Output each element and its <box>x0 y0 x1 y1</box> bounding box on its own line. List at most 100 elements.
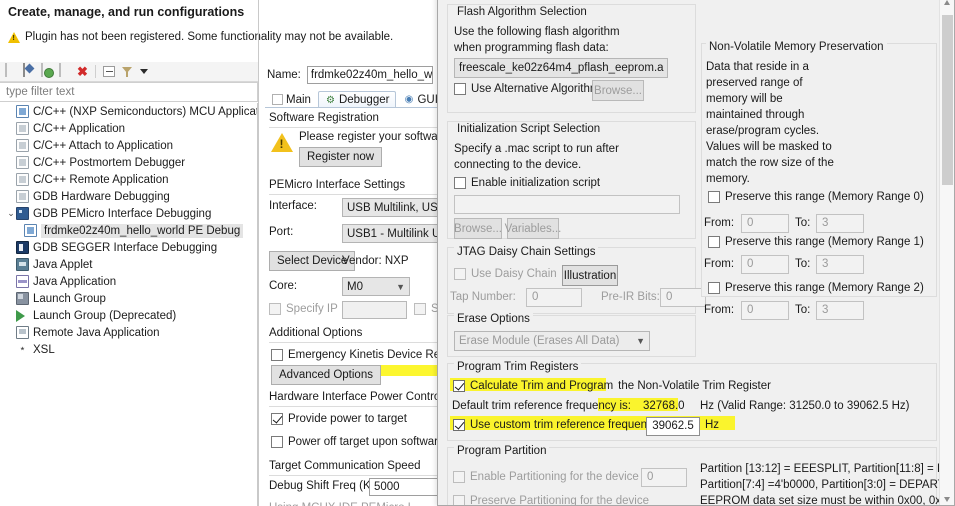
power-off-checkbox[interactable] <box>271 436 283 448</box>
flash-algorithm-browse-button[interactable]: Browse... <box>592 80 644 101</box>
specify-port-checkbox[interactable] <box>414 303 426 315</box>
ip-address-input[interactable] <box>342 301 407 319</box>
target-speed-title: Target Communication Speed <box>269 460 421 472</box>
core-row: Core: <box>269 280 297 292</box>
range-0-to-input[interactable]: 3 <box>816 214 864 233</box>
scrollbar-thumb[interactable] <box>942 15 953 185</box>
section-divider <box>269 475 441 476</box>
filter-icon[interactable] <box>120 65 134 79</box>
flash-algorithm-select[interactable]: freescale_ke02z64m4_pflash_eeprom.a ▼ <box>454 58 668 78</box>
pemicro-icon <box>16 207 29 220</box>
preserve-partitioning-checkbox[interactable] <box>453 495 465 505</box>
custom-freq-checkbox[interactable] <box>453 419 465 431</box>
advanced-options-button[interactable]: Advanced Options <box>271 365 381 385</box>
new-prototype-icon[interactable] <box>39 63 54 79</box>
calculate-trim-checkbox[interactable] <box>453 380 465 392</box>
erase-options-select[interactable]: Erase Module (Erases All Data) ▼ <box>454 331 650 351</box>
tree-item-gdb-segger[interactable]: GDB SEGGER Interface Debugging <box>0 239 257 256</box>
java-app-icon <box>16 275 29 288</box>
view-menu-icon[interactable] <box>140 69 148 74</box>
dialog-scrollbar[interactable] <box>939 0 954 505</box>
new-config-icon[interactable] <box>3 63 18 79</box>
erase-options-title: Erase Options <box>454 313 533 325</box>
enable-partitioning-checkbox[interactable] <box>453 471 465 483</box>
tree-item-java-application[interactable]: Java Application <box>0 273 257 290</box>
tree-item-java-applet[interactable]: Java Applet <box>0 256 257 273</box>
scroll-down-button[interactable] <box>940 492 954 505</box>
range-1-to-input[interactable]: 3 <box>816 255 864 274</box>
init-script-variables-button[interactable]: Variables... <box>505 218 561 239</box>
port-select[interactable]: USB1 - Multilink Uni <box>342 224 441 243</box>
tree-item-c-remote[interactable]: C/C++ Remote Application <box>0 171 257 188</box>
config-name-input[interactable]: frdmke02z40m_hello_world P <box>306 66 433 84</box>
range-1-from-input[interactable]: 0 <box>741 255 789 274</box>
range-1-from-label: From: <box>704 258 735 270</box>
enable-partitioning-row[interactable]: Enable Partitioning for the device <box>453 471 639 483</box>
tree-item-remote-java-application[interactable]: Remote Java Application <box>0 324 257 341</box>
enable-init-script-checkbox[interactable] <box>454 177 466 189</box>
preserve-range-2-checkbox[interactable] <box>708 282 720 294</box>
use-alternative-algorithm-row[interactable]: Use Alternative Algorithm <box>454 83 599 95</box>
tree-item-label: frdmke02z40m_hello_world PE Debug <box>41 223 244 238</box>
tab-debugger[interactable]: ⚙ Debugger <box>317 91 397 108</box>
range-0-from-input[interactable]: 0 <box>741 214 789 233</box>
range-2-to-input[interactable]: 3 <box>816 301 864 320</box>
shift-freq-input[interactable]: 5000 <box>369 478 439 496</box>
init-script-browse-button[interactable]: Browse... <box>454 218 502 239</box>
tree-item-launch-group-deprecated[interactable]: Launch Group (Deprecated) <box>0 307 257 324</box>
power-off-row[interactable]: Power off target upon software <box>271 436 441 448</box>
tree-item-mcu-application[interactable]: C/C++ (NXP Semiconductors) MCU Applicati… <box>0 103 257 120</box>
custom-freq-input[interactable]: 39062.5 <box>646 417 700 436</box>
power-off-label: Power off target upon software <box>288 436 441 448</box>
provide-power-checkbox[interactable] <box>271 413 283 425</box>
core-select[interactable]: M0 ▼ <box>342 277 410 296</box>
search-input[interactable]: type filter text <box>0 82 258 102</box>
delete-icon[interactable]: ✖ <box>75 64 90 79</box>
use-alternative-algorithm-checkbox[interactable] <box>454 83 466 95</box>
illustration-button[interactable]: Illustration <box>562 265 618 286</box>
preserve-range-0-checkbox[interactable] <box>708 191 720 203</box>
configuration-tree[interactable]: C/C++ (NXP Semiconductors) MCU Applicati… <box>0 103 258 506</box>
register-now-button[interactable]: Register now <box>299 147 383 167</box>
interface-select[interactable]: USB Multilink, USB M <box>342 198 441 217</box>
tree-item-c-attach[interactable]: C/C++ Attach to Application <box>0 137 257 154</box>
tab-main[interactable]: Main <box>265 91 318 108</box>
enable-init-script-row[interactable]: Enable initialization script <box>454 177 600 189</box>
emergency-kinetis-row[interactable]: Emergency Kinetis Device Recov <box>271 349 441 361</box>
emergency-kinetis-checkbox[interactable] <box>271 349 283 361</box>
preserve-partitioning-row[interactable]: Preserve Partitioning for the device <box>453 495 649 506</box>
export-icon[interactable] <box>57 63 72 79</box>
calculate-trim-row[interactable]: Calculate Trim and Program the Non-Volat… <box>453 380 771 392</box>
tree-item-gdb-hardware[interactable]: GDB Hardware Debugging <box>0 188 257 205</box>
preserve-range-1-checkbox[interactable] <box>708 236 720 248</box>
collapse-all-icon[interactable] <box>103 66 115 77</box>
init-script-path-input[interactable] <box>454 195 680 214</box>
partition-value-input[interactable]: 0 <box>641 468 687 487</box>
custom-freq-row[interactable]: Use custom trim reference frequency: <box>453 419 662 431</box>
twisty-expanded-icon[interactable]: ⌄ <box>6 208 16 219</box>
preserve-range-0-row[interactable]: Preserve this range (Memory Range 0) <box>708 191 924 203</box>
pre-ir-bits-input[interactable]: 0 <box>660 288 706 307</box>
tree-item-xsl[interactable]: ⋆ XSL <box>0 341 257 358</box>
scroll-up-button[interactable] <box>940 0 954 10</box>
segger-icon <box>16 241 29 254</box>
init-script-desc-2: connecting to the device. <box>454 159 582 171</box>
provide-power-row[interactable]: Provide power to target <box>271 413 407 425</box>
tree-item-frdmke02z40m-hello-world-pe-debug[interactable]: frdmke02z40m_hello_world PE Debug <box>0 222 257 239</box>
duplicate-icon[interactable] <box>21 63 36 79</box>
range-2-from-input[interactable]: 0 <box>741 301 789 320</box>
tree-item-launch-group[interactable]: Launch Group <box>0 290 257 307</box>
preserve-range-1-row[interactable]: Preserve this range (Memory Range 1) <box>708 236 924 248</box>
pemicro-settings-title: PEMicro Interface Settings <box>269 179 406 191</box>
tree-item-gdb-pemicro[interactable]: ⌄ GDB PEMicro Interface Debugging <box>0 205 257 222</box>
preserve-partitioning-label: Preserve Partitioning for the device <box>470 495 649 506</box>
tree-item-c-application[interactable]: C/C++ Application <box>0 120 257 137</box>
specify-ip-checkbox[interactable] <box>269 303 281 315</box>
use-daisy-chain-checkbox[interactable] <box>454 268 466 280</box>
specify-ip-row[interactable]: Specify IP <box>269 303 338 315</box>
tree-item-c-postmortem[interactable]: C/C++ Postmortem Debugger <box>0 154 257 171</box>
use-daisy-chain-row[interactable]: Use Daisy Chain <box>454 268 557 280</box>
tap-number-input[interactable]: 0 <box>526 288 582 307</box>
preserve-range-2-row[interactable]: Preserve this range (Memory Range 2) <box>708 282 924 294</box>
tab-gui-flash[interactable]: ◉ GUI Flash <box>396 91 441 108</box>
